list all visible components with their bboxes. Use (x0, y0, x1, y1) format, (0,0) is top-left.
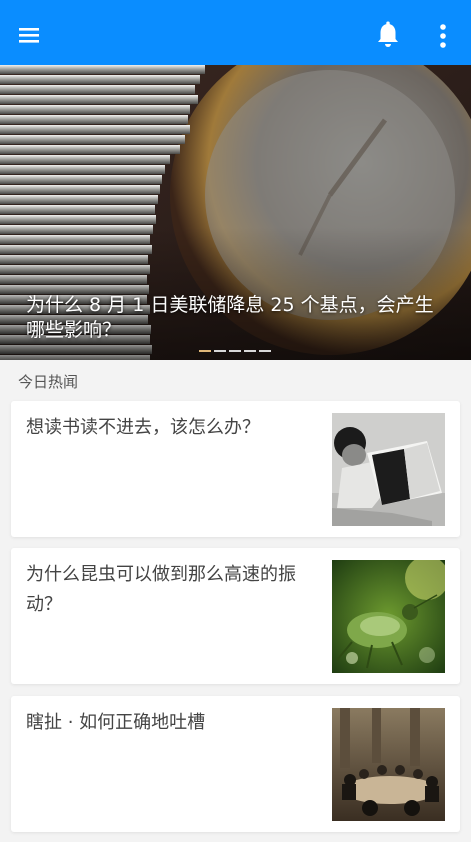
story-thumbnail (332, 560, 445, 673)
section-header: 今日热闻 (18, 373, 79, 391)
carousel-dot[interactable] (244, 350, 256, 352)
story-title: 为什么昆虫可以做到那么高速的振动？ (26, 564, 296, 615)
carousel-dot[interactable] (259, 350, 271, 352)
hero-carousel[interactable]: 为什么 8 月 1 日美联储降息 25 个基点，会产生哪些影响？ (0, 65, 471, 360)
story-card[interactable]: 为什么昆虫可以做到那么高速的振动？ (11, 548, 460, 684)
hero-title[interactable]: 为什么 8 月 1 日美联储降息 25 个基点，会产生哪些影响？ (26, 293, 451, 343)
carousel-dot[interactable] (199, 350, 211, 352)
carousel-indicator (199, 350, 273, 352)
menu-icon[interactable] (16, 22, 42, 48)
bell-icon[interactable] (374, 20, 402, 50)
carousel-dot[interactable] (214, 350, 226, 352)
more-vert-icon[interactable] (432, 20, 454, 50)
story-card[interactable]: 瞎扯 · 如何正确地吐槽 (11, 696, 460, 832)
story-card[interactable]: 想读书读不进去，该怎么办？ (11, 401, 460, 537)
story-thumbnail (332, 413, 445, 526)
story-title: 想读书读不进去，该怎么办？ (26, 417, 260, 438)
carousel-dot[interactable] (229, 350, 241, 352)
app-bar (0, 0, 471, 65)
story-thumbnail (332, 708, 445, 821)
story-title: 瞎扯 · 如何正确地吐槽 (26, 712, 206, 733)
